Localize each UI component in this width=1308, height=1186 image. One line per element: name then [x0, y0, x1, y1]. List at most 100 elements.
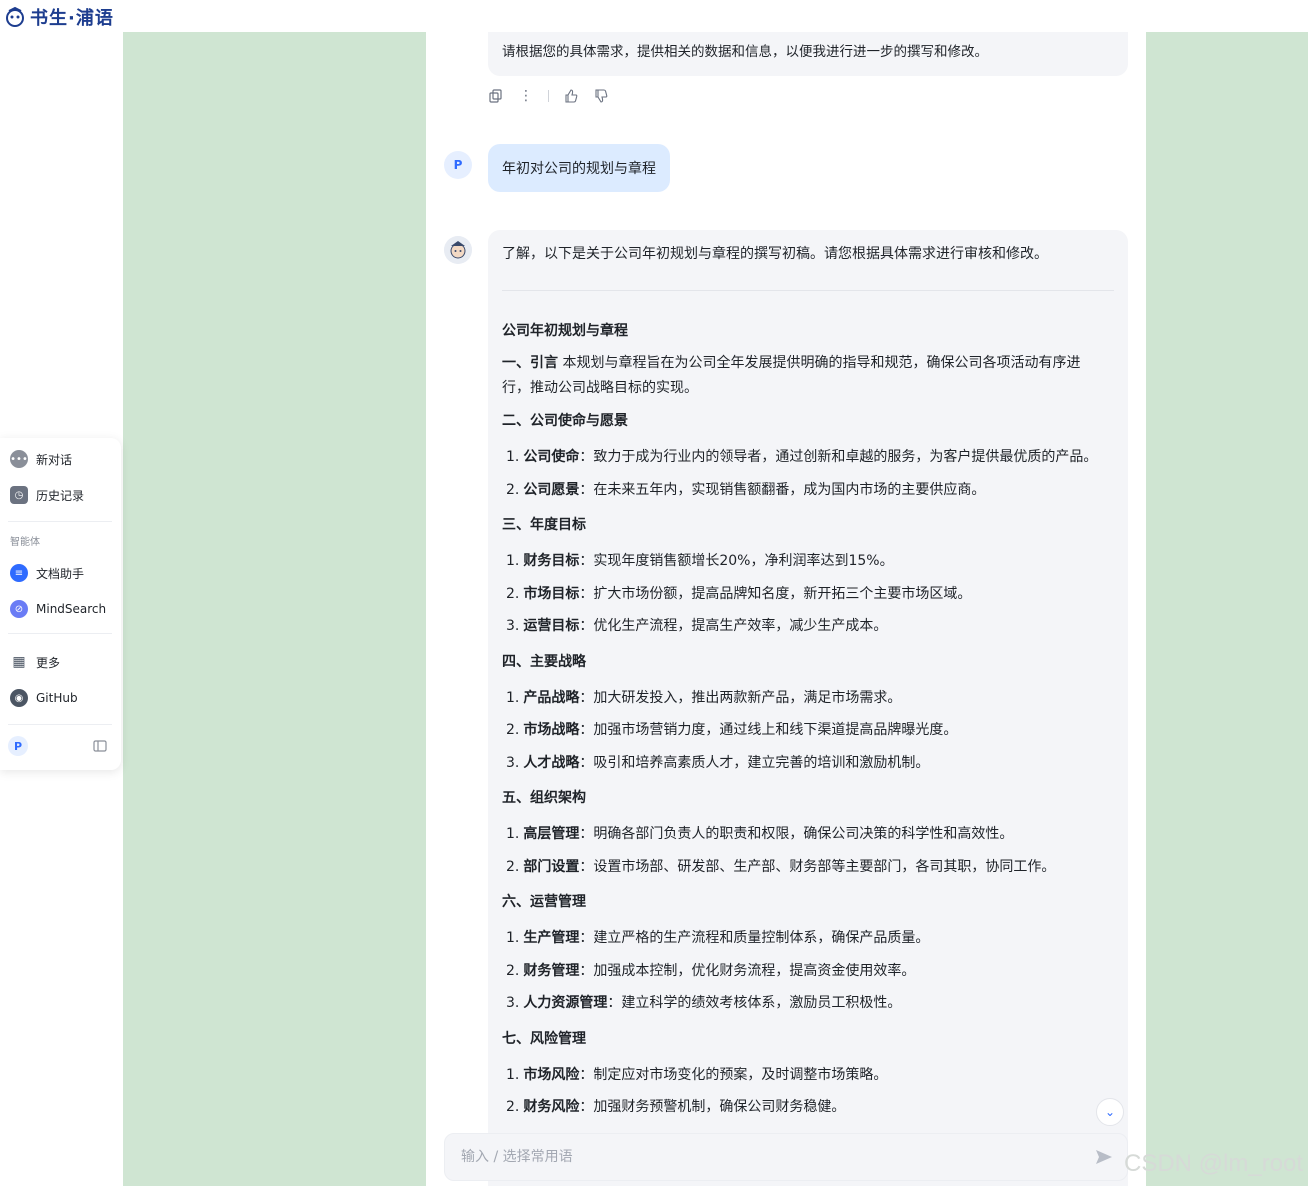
doc-title: 公司年初规划与章程 [502, 323, 628, 339]
section-heading: 五、组织架构 [502, 790, 586, 806]
thumbs-down-icon[interactable] [593, 88, 609, 104]
list-item: 2. 市场目标：扩大市场份额，提高品牌知名度，新开拓三个主要市场区域。 [506, 583, 971, 603]
list-number: 3. [506, 754, 520, 771]
action-divider [548, 90, 549, 102]
chat-bubble-icon: ••• [10, 450, 28, 468]
chat-input-box [444, 1133, 1128, 1181]
list-number: 1. [506, 1066, 520, 1083]
list-number: 1. [506, 449, 520, 465]
list-text: ：吸引和培养高素质人才，建立完善的培训和激励机制。 [579, 754, 930, 771]
section-heading: 三、年度目标 [502, 517, 586, 533]
sidebar-divider [8, 521, 112, 522]
logo-text: 书生·浦语 [30, 8, 114, 29]
chat-input[interactable] [459, 1146, 1063, 1168]
list-number: 3. [506, 618, 520, 634]
sidebar-item-label: 新对话 [36, 452, 73, 467]
top-bar: 书生·浦语 [0, 0, 1308, 32]
sidebar-item-mindsearch[interactable]: ⊘ MindSearch [10, 600, 106, 618]
scroll-down-button[interactable]: ⌄ [1096, 1098, 1124, 1126]
list-label: 财务管理 [523, 962, 580, 979]
send-icon[interactable] [1093, 1146, 1115, 1168]
list-item: 3. 运营目标：优化生产流程，提高生产效率，减少生产成本。 [506, 615, 887, 635]
page-background-left [123, 32, 426, 1186]
more-options-icon[interactable]: ⋮ [518, 88, 534, 104]
list-number: 2. [506, 1099, 520, 1115]
user-message: 年初对公司的规划与章程 [488, 144, 670, 192]
list-item: 3. 人才战略：吸引和培养高素质人才，建立完善的培训和激励机制。 [506, 752, 929, 772]
sidebar-item-new-chat[interactable]: ••• 新对话 [10, 450, 72, 468]
list-text: ：致力于成为行业内的领导者，通过创新和卓越的服务，为客户提供最优质的产品。 [579, 449, 1098, 465]
list-number: 3. [506, 995, 520, 1011]
list-label: 人才战略 [523, 754, 580, 771]
intro-paragraph: 一、引言 本规划与章程旨在为公司全年发展提供明确的指导和规范，确保公司各项活动有… [502, 355, 1081, 371]
sidebar-item-doc-assistant[interactable]: ≡ 文档助手 [10, 564, 84, 582]
message-intro: 了解，以下是关于公司年初规划与章程的撰写初稿。请您根据具体需求进行审核和修改。 [502, 246, 1048, 262]
list-item: 1. 生产管理：建立严格的生产流程和质量控制体系，确保产品质量。 [506, 927, 929, 947]
list-label: 市场风险 [523, 1066, 580, 1083]
copy-icon[interactable] [488, 88, 504, 104]
message-text: 年初对公司的规划与章程 [502, 161, 656, 177]
list-item: 3. 人力资源管理：建立科学的绩效考核体系，激励员工积极性。 [506, 992, 901, 1012]
list-text: ：在未来五年内，实现销售额翻番，成为国内市场的主要供应商。 [579, 481, 986, 498]
user-avatar: P [444, 151, 472, 179]
message-actions: ⋮ [488, 88, 609, 104]
mindsearch-icon: ⊘ [10, 600, 28, 618]
list-label: 部门设置 [523, 858, 580, 875]
list-item: 2. 公司愿景：在未来五年内，实现销售额翻番，成为国内市场的主要供应商。 [506, 479, 985, 499]
list-text: ：建立科学的绩效考核体系，激励员工积极性。 [607, 995, 902, 1011]
logo-icon [6, 6, 24, 27]
sidebar-item-history[interactable]: ◷ 历史记录 [10, 486, 84, 504]
list-item: 2. 部门设置：设置市场部、研发部、生产部、财务部等主要部门，各司其职，协同工作。 [506, 856, 1055, 876]
list-label: 公司使命 [523, 449, 580, 465]
list-number: 1. [506, 930, 520, 946]
list-label: 市场目标 [523, 585, 580, 602]
grid-icon: ▦ [12, 654, 26, 670]
list-number: 1. [506, 689, 520, 706]
sidebar-item-label: GitHub [36, 691, 78, 705]
list-number: 2. [506, 585, 520, 602]
sidebar-item-github[interactable]: ◉ GitHub [10, 689, 78, 707]
document-icon: ≡ [10, 564, 28, 582]
page-background-right [1146, 32, 1308, 1186]
sidebar-divider [8, 724, 112, 725]
list-text: ：扩大市场份额，提高品牌知名度，新开拓三个主要市场区域。 [579, 585, 972, 602]
list-label: 高层管理 [523, 826, 580, 842]
list-text: ：加强市场营销力度，通过线上和线下渠道提高品牌曝光度。 [579, 722, 958, 738]
list-text: ：实现年度销售额增长20%，净利润率达到15%。 [579, 553, 894, 569]
thumbs-up-icon[interactable] [563, 88, 579, 104]
list-text: ：建立严格的生产流程和质量控制体系，确保产品质量。 [579, 930, 930, 946]
section-heading: 二、公司使命与愿景 [502, 413, 628, 429]
watermark-text: CSDN @lm_root [1124, 1150, 1304, 1177]
list-item: 1. 公司使命：致力于成为行业内的领导者，通过创新和卓越的服务，为客户提供最优质的… [506, 446, 1097, 466]
list-text: ：制定应对市场变化的预案，及时调整市场策略。 [579, 1066, 888, 1083]
list-text: ：明确各部门负责人的职责和权限，确保公司决策的科学性和高效性。 [579, 826, 1014, 842]
list-item: 1. 高层管理：明确各部门负责人的职责和权限，确保公司决策的科学性和高效性。 [506, 823, 1013, 843]
sidebar: ••• 新对话 ◷ 历史记录 智能体 ≡ 文档助手 ⊘ MindSearch ▦… [0, 438, 121, 770]
section-heading: 四、主要战略 [502, 653, 586, 670]
logo[interactable]: 书生·浦语 [4, 4, 114, 30]
list-label: 财务目标 [523, 553, 580, 569]
user-avatar[interactable]: P [8, 736, 28, 756]
assistant-message: 了解，以下是关于公司年初规划与章程的撰写初稿。请您根据具体需求进行审核和修改。 … [488, 230, 1128, 1186]
list-label: 市场战略 [523, 722, 580, 738]
list-number: 1. [506, 826, 520, 842]
sidebar-collapse-icon[interactable] [93, 739, 107, 753]
list-label: 财务风险 [523, 1099, 580, 1115]
section-heading: 七、风险管理 [502, 1030, 586, 1047]
markdown-divider [502, 290, 1114, 291]
section-heading: 六、运营管理 [502, 894, 586, 910]
list-number: 2. [506, 722, 520, 738]
chat-panel: 请根据您的具体需求，提供相关的数据和信息，以便我进行进一步的撰写和修改。 ⋮ P… [426, 32, 1146, 1186]
list-item: 1. 产品战略：加大研发投入，推出两款新产品，满足市场需求。 [506, 687, 901, 707]
list-label: 生产管理 [523, 930, 580, 946]
sidebar-item-label: 更多 [36, 655, 61, 670]
list-label: 产品战略 [523, 689, 580, 706]
list-item: 2. 市场战略：加强市场营销力度，通过线上和线下渠道提高品牌曝光度。 [506, 719, 957, 739]
list-item: 1. 财务目标：实现年度销售额增长20%，净利润率达到15%。 [506, 550, 894, 570]
list-label: 公司愿景 [523, 481, 580, 498]
intro-paragraph-cont: 行，推动公司战略目标的实现。 [502, 380, 698, 396]
sidebar-item-more[interactable]: ▦ 更多 [10, 653, 60, 671]
assistant-avatar-icon [444, 236, 472, 264]
list-text: ：设置市场部、研发部、生产部、财务部等主要部门，各司其职，协同工作。 [579, 858, 1056, 875]
sidebar-section-label: 智能体 [10, 537, 40, 548]
